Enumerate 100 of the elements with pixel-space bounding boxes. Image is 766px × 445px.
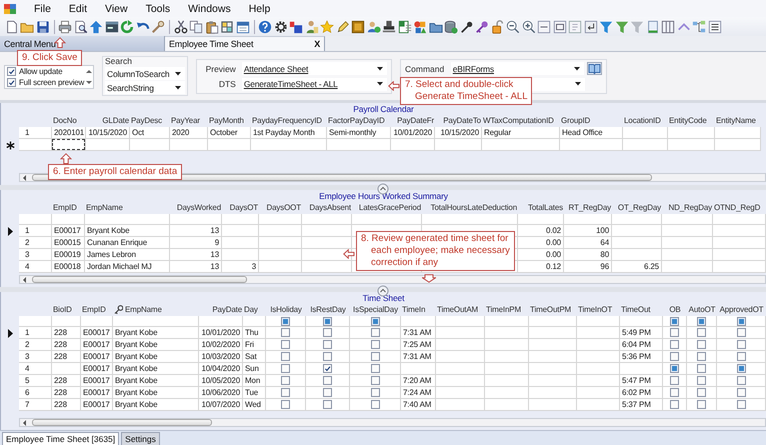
table-cell: 64: [564, 237, 612, 249]
row-number: 4: [19, 363, 52, 375]
table-cell: 10/04/2020: [199, 363, 243, 375]
row-number: 6: [19, 387, 52, 399]
table-cell: 96: [564, 261, 612, 273]
table-cell: E00017: [81, 375, 113, 387]
table-cell: 228: [52, 399, 81, 411]
table-cell: 13: [170, 261, 222, 273]
table-cell: 10/01/2020: [391, 127, 435, 139]
table-cell: Bryant Kobe: [113, 399, 199, 411]
table-cell: 3: [222, 261, 259, 273]
table-cell: Wed: [243, 399, 266, 411]
row-number: 1: [19, 127, 52, 139]
table-cell: 2020: [170, 127, 208, 139]
table-cell: E00017: [81, 399, 113, 411]
table-cell: 9: [170, 237, 222, 249]
table-cell: 10/06/2020: [199, 387, 243, 399]
row-number: 3: [19, 249, 52, 261]
table-cell: Oct: [130, 127, 170, 139]
table-cell: 5:49 PM: [620, 327, 663, 339]
table-cell: 5:47 PM: [620, 375, 663, 387]
row-number: 5: [19, 375, 52, 387]
table-cell: 13: [170, 225, 222, 237]
table-cell: 1st Payday Month: [251, 127, 327, 139]
section-title: Payroll Calendar: [353, 104, 414, 114]
table-cell: 7:40 AM: [401, 399, 436, 411]
table-cell: E00015: [52, 237, 85, 249]
callout-tooltip: 7. Select and double-click Generate TimeSheet - ALL: [400, 77, 532, 105]
table-cell: 6:02 PM: [620, 387, 663, 399]
table-cell: Bryant Kobe: [113, 351, 199, 363]
table-cell: 7:31 AM: [401, 351, 436, 363]
table-cell: 100: [564, 225, 612, 237]
table-cell: 228: [52, 387, 81, 399]
table-cell: Bryant Kobe: [113, 375, 199, 387]
table-cell: 10/01/2020: [199, 327, 243, 339]
table-cell: Bryant Kobe: [85, 225, 170, 237]
table-cell: Sun: [243, 363, 266, 375]
table-cell: 6.25: [612, 261, 662, 273]
table-cell: James Lebron: [85, 249, 170, 261]
callout-tooltip: 9. Click Save: [17, 50, 82, 66]
row-number: 2: [19, 339, 52, 351]
table-cell: Bryant Kobe: [113, 363, 199, 375]
callout-tooltip: 8. Review generated time sheet for each employee; make necessary correction if any: [356, 231, 515, 271]
section-title: Time Sheet: [362, 292, 404, 302]
table-cell: 228: [52, 375, 81, 387]
table-cell: Regular: [482, 127, 560, 139]
table-cell: 7:25 AM: [401, 339, 436, 351]
table-cell: 10/07/2020: [199, 399, 243, 411]
table-cell: E00019: [52, 249, 85, 261]
table-cell: E00017: [81, 339, 113, 351]
table-cell: 0.00: [518, 237, 564, 249]
field-label: DTS: [218, 79, 236, 90]
field-label: Preview: [204, 64, 236, 74]
row-number: 3: [19, 351, 52, 363]
table-cell: Mon: [243, 375, 266, 387]
table-cell: 10/03/2020: [199, 351, 243, 363]
table-cell: Bryant Kobe: [113, 339, 199, 351]
table-cell: Bryant Kobe: [113, 327, 199, 339]
table-cell: Tue: [243, 387, 266, 399]
table-cell: E00018: [52, 261, 85, 273]
table-cell: 0.12: [518, 261, 564, 273]
table-cell: 5:37 PM: [620, 399, 663, 411]
table-cell: Thu: [243, 327, 266, 339]
table-cell: 0.02: [518, 225, 564, 237]
table-cell: 7:24 AM: [401, 387, 436, 399]
table-cell: 10/02/2020: [199, 339, 243, 351]
table-cell: Jordan Michael MJ: [85, 261, 170, 273]
table-cell: 10/05/2020: [199, 375, 243, 387]
table-cell: Cunanan Enrique: [85, 237, 170, 249]
table-cell: E00017: [81, 387, 113, 399]
table-cell: E00017: [52, 225, 85, 237]
table-cell: Fri: [243, 339, 266, 351]
row-number: 1: [19, 225, 52, 237]
table-cell: 7:31 AM: [401, 327, 436, 339]
table-cell: 228: [52, 339, 81, 351]
group-title: Search: [105, 57, 133, 66]
table-cell: 0.00: [518, 249, 564, 261]
table-cell: Head Office: [560, 127, 623, 139]
table-cell: Semi-monthly: [327, 127, 391, 139]
table-cell: E00017: [81, 363, 113, 375]
table-cell: 80: [564, 249, 612, 261]
table-cell: Sat: [243, 351, 266, 363]
row-number: 1: [19, 327, 52, 339]
row-number: 4: [19, 261, 52, 273]
callout-tooltip: 6. Enter payroll calendar data: [48, 164, 182, 180]
table-cell: E00017: [81, 351, 113, 363]
table-cell: 7:20 AM: [401, 375, 436, 387]
table-cell: October: [208, 127, 251, 139]
table-cell: 10/15/2020: [86, 127, 130, 139]
table-cell: Bryant Kobe: [113, 387, 199, 399]
table-cell: E00017: [81, 327, 113, 339]
table-cell: 6:04 PM: [620, 339, 663, 351]
section-title: Employee Hours Worked Summary: [319, 190, 448, 200]
row-number: 7: [19, 399, 52, 411]
table-cell: 10/15/2020: [435, 127, 482, 139]
field-label: Command: [405, 64, 445, 74]
table-cell: 228: [52, 327, 81, 339]
table-cell: 228: [52, 351, 81, 363]
row-number: 2: [19, 237, 52, 249]
table-cell: 2020101: [52, 127, 86, 139]
